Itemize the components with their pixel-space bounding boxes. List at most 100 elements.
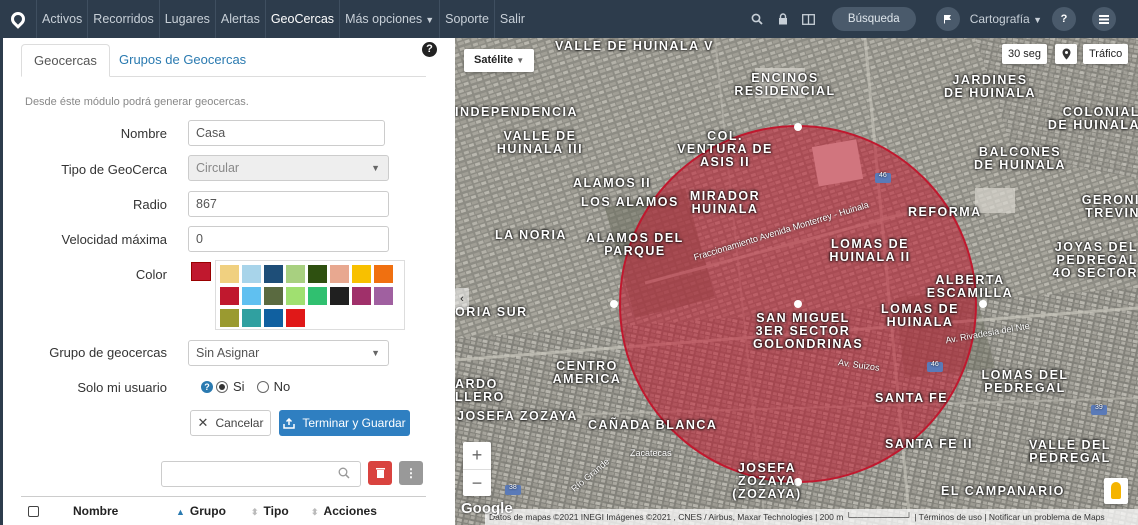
radius-label: Radio (133, 197, 167, 212)
search-icon[interactable] (744, 0, 770, 38)
color-palette (215, 260, 405, 330)
refresh-interval-button[interactable]: 30 seg (1002, 44, 1048, 64)
geofence-handle-left[interactable] (610, 300, 618, 308)
nav-soporte[interactable]: Soporte (439, 0, 494, 38)
select-all-checkbox[interactable] (28, 506, 39, 517)
place-label: SANTA FE (875, 391, 949, 405)
color-swatch[interactable] (220, 309, 239, 327)
color-swatch[interactable] (330, 265, 349, 283)
nav-salir[interactable]: Salir (493, 0, 530, 38)
street-view-pegman[interactable] (1104, 478, 1128, 504)
type-select[interactable]: Circular ▼ (188, 155, 389, 181)
radio-no[interactable] (256, 380, 269, 393)
table-search-input[interactable] (161, 461, 361, 487)
color-swatch[interactable] (220, 265, 239, 283)
menu-button[interactable] (1092, 7, 1116, 31)
question-icon[interactable]: ? (201, 380, 213, 393)
zoom-out-button[interactable]: − (463, 469, 491, 496)
color-swatch[interactable] (242, 287, 261, 305)
th-acciones[interactable]: ⬍ Acciones (311, 504, 377, 518)
collapse-panel-button[interactable]: ‹ (455, 288, 469, 310)
vertical-dots-icon: ⋮ (405, 466, 417, 480)
traffic-button[interactable]: Tráfico (1083, 44, 1129, 64)
color-swatch[interactable] (264, 309, 283, 327)
search-button[interactable]: Búsqueda (831, 7, 916, 31)
more-options-button[interactable]: ⋮ (399, 461, 423, 485)
map-attribution: Datos de mapas ©2021 INEGI Imágenes ©202… (485, 509, 1138, 525)
nav-recorridos[interactable]: Recorridos (87, 0, 158, 38)
th-tipo[interactable]: ⬍ Tipo (251, 504, 289, 518)
location-pin-icon (8, 9, 28, 29)
location-pin-button[interactable] (1055, 44, 1077, 64)
color-swatch[interactable] (352, 287, 371, 305)
lock-icon[interactable] (770, 0, 796, 38)
color-swatch[interactable] (286, 265, 305, 283)
place-label: LOMAS DE HUINALA II (829, 237, 911, 264)
place-label: VALLE DE HUINALA V (555, 39, 714, 53)
th-grupo-label: Grupo (189, 504, 226, 518)
caret-down-icon: ▼ (516, 56, 525, 65)
color-swatch[interactable] (220, 287, 239, 305)
nav-activos[interactable]: Activos (36, 0, 87, 38)
satellite-map[interactable]: VALLE DE HUINALA V ENCINOS RESIDENCIAL J… (455, 38, 1138, 525)
columns-icon[interactable] (796, 0, 822, 38)
tab-geocercas[interactable]: Geocercas (21, 44, 110, 77)
search-icon (338, 467, 350, 479)
th-grupo[interactable]: ▲ Grupo (176, 504, 226, 518)
name-input[interactable]: Casa (188, 120, 385, 146)
color-swatch[interactable] (352, 265, 371, 283)
sort-asc-icon: ▲ (176, 507, 185, 517)
color-swatch[interactable] (264, 287, 283, 305)
place-label: COL. VENTURA DE ASIS II (677, 129, 773, 169)
type-value: Circular (196, 161, 240, 175)
help-button[interactable]: ? (1052, 7, 1076, 31)
place-label: JOSEFA ZOZAYA (457, 409, 578, 423)
color-swatch[interactable] (374, 265, 393, 283)
speed-input[interactable]: 0 (188, 226, 389, 252)
place-label: MIRADOR HUINALA (689, 189, 761, 216)
place-label: BALCONES DE HUINALA (973, 145, 1067, 172)
save-button[interactable]: Terminar y Guardar (279, 410, 410, 436)
nav-mas-opciones[interactable]: Más opciones ▼ (339, 0, 439, 38)
map-type-label: Satélite (474, 54, 514, 66)
th-nombre[interactable]: Nombre (73, 504, 118, 518)
geofence-handle-right[interactable] (979, 300, 987, 308)
delete-button[interactable] (368, 461, 392, 485)
radius-input[interactable]: 867 (188, 191, 389, 217)
radio-yes[interactable] (216, 380, 228, 393)
color-swatch[interactable] (374, 287, 393, 305)
cartography-dropdown[interactable]: Cartografía ▼ (970, 12, 1042, 26)
upload-icon (283, 417, 296, 429)
cancel-button[interactable]: ✕ Cancelar (190, 410, 271, 436)
highway-number: 39 (1095, 404, 1103, 411)
flag-button[interactable] (935, 7, 960, 31)
nav-alertas[interactable]: Alertas (214, 0, 265, 38)
place-label: EL CAMPANARIO (941, 484, 1065, 498)
group-select[interactable]: Sin Asignar ▼ (188, 340, 389, 366)
nav-lugares[interactable]: Lugares (158, 0, 215, 38)
color-swatch[interactable] (242, 309, 261, 327)
map-type-dropdown[interactable]: Satélite ▼ (464, 49, 535, 72)
place-label: ALAMOS DEL PARQUE (586, 231, 684, 258)
nav-geocercas[interactable]: GeoCercas (264, 0, 339, 38)
geofence-handle-center[interactable] (794, 300, 802, 308)
geofence-panel: ? Geocercas Grupos de Geocercas Desde és… (0, 38, 455, 525)
highway-number: 46 (931, 361, 939, 368)
app-logo[interactable] (0, 0, 36, 38)
zoom-in-button[interactable]: + (463, 442, 491, 469)
color-swatch[interactable] (286, 309, 305, 327)
place-label: JOYAS DEL PEDREGAL 4O SECTOR (1052, 240, 1138, 280)
color-swatch[interactable] (286, 287, 305, 305)
place-label: COLONIAL DE HUINALA (1047, 105, 1138, 132)
color-swatch[interactable] (308, 265, 327, 283)
color-swatch[interactable] (264, 265, 283, 283)
tab-grupos-geocercas[interactable]: Grupos de Geocercas (107, 44, 258, 77)
top-navbar: Activos Recorridos Lugares Alertas GeoCe… (0, 0, 1138, 38)
road-label: Zacatecas (630, 448, 672, 458)
color-swatch[interactable] (242, 265, 261, 283)
geofence-handle-top[interactable] (794, 123, 802, 131)
color-swatch[interactable] (330, 287, 349, 305)
selected-color-swatch[interactable] (191, 262, 211, 281)
nav-mas-opciones-label: Más opciones (345, 12, 423, 26)
color-swatch[interactable] (308, 287, 327, 305)
